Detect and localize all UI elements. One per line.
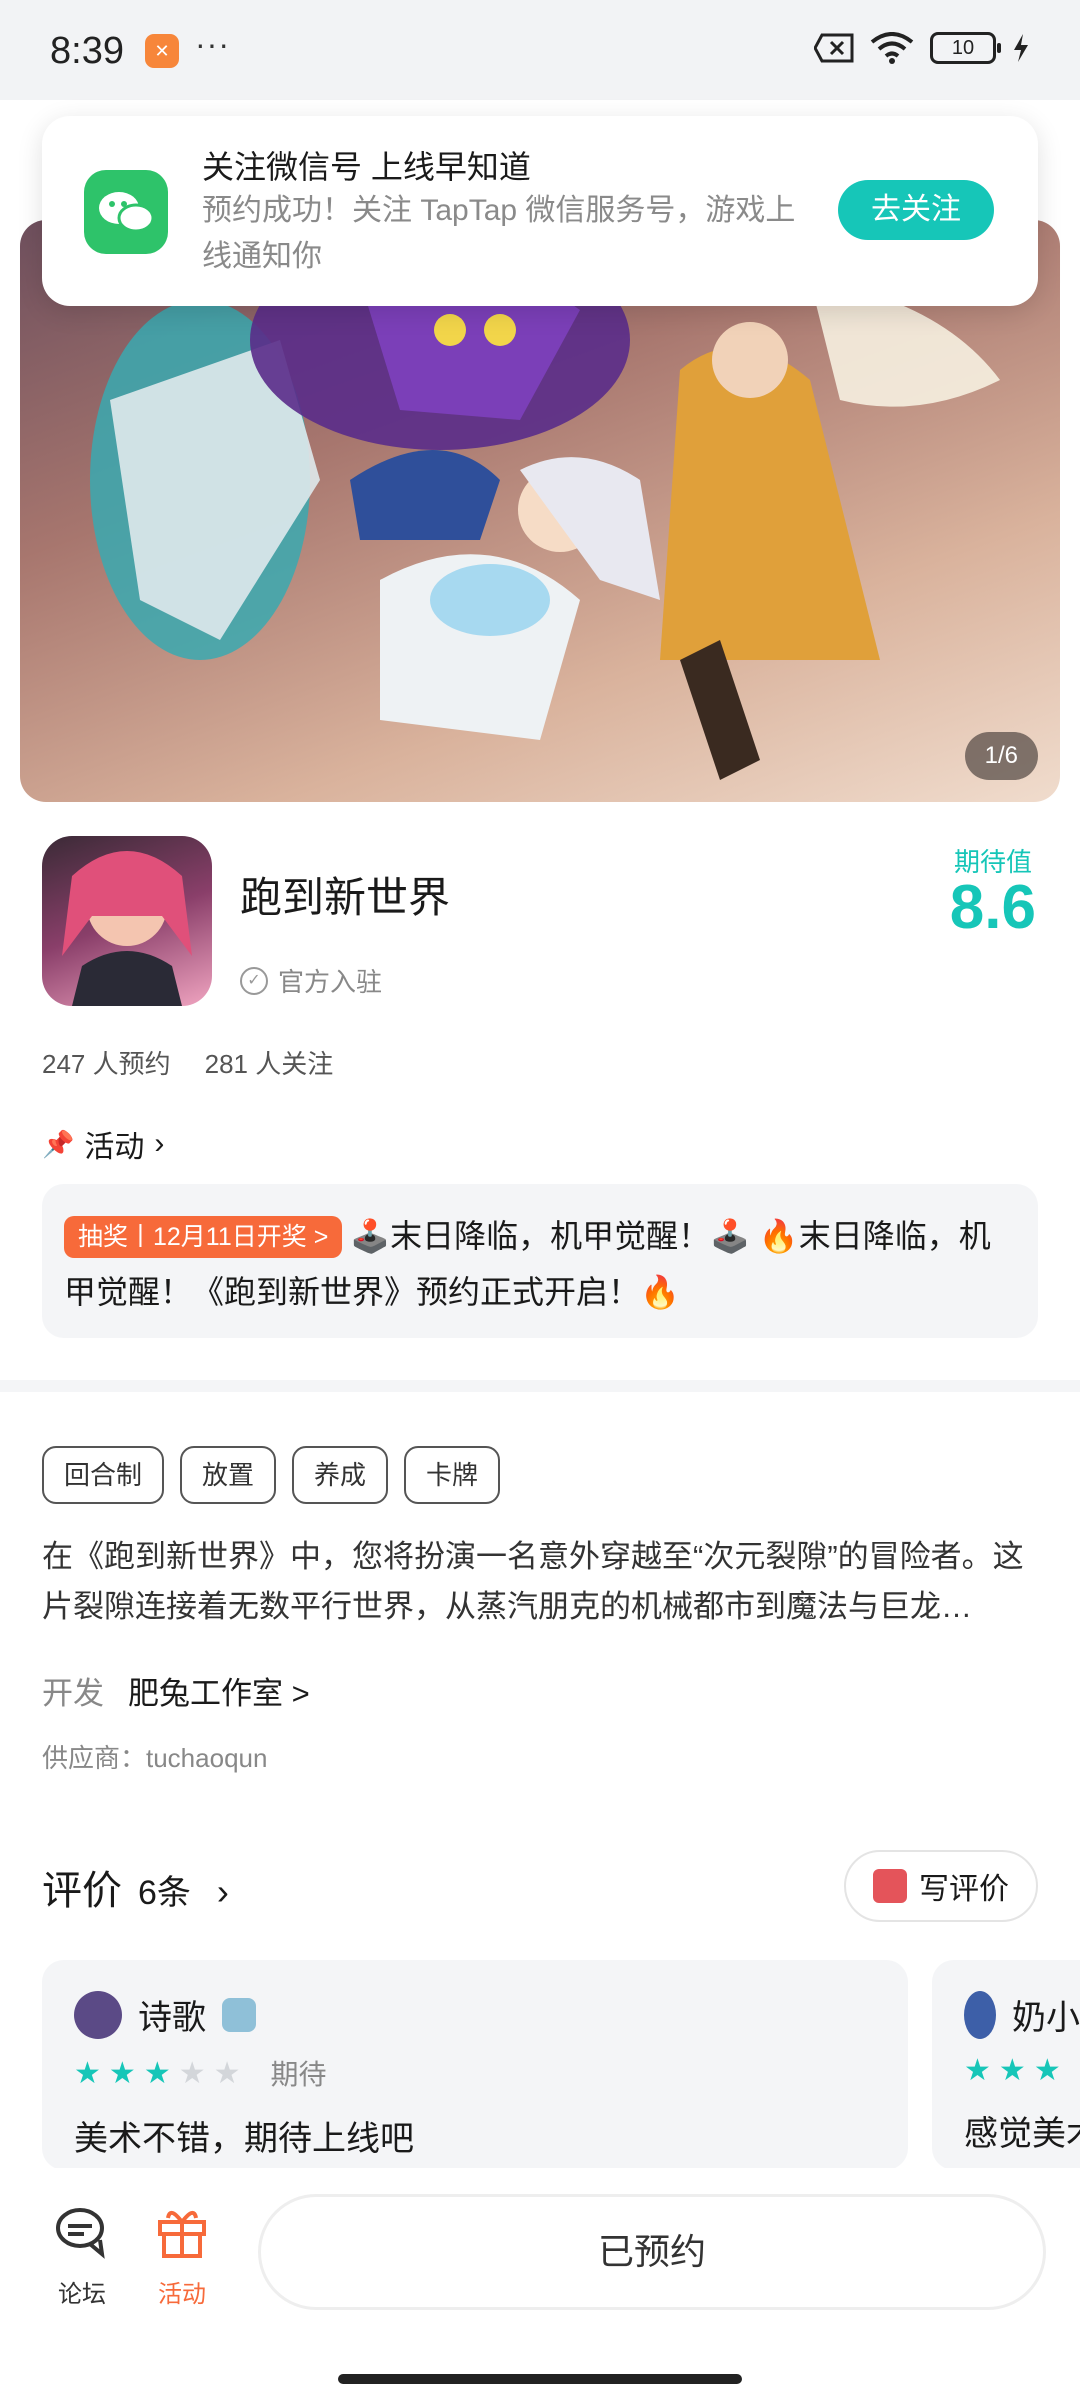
wechat-follow-card: 关注微信号 上线早知道 预约成功！关注 TapTap 微信服务号，游戏上线通知你… xyxy=(42,116,1038,306)
expectation-score: 8.6 xyxy=(949,873,1036,942)
no-sim-icon xyxy=(814,33,854,63)
star-icon: ★ xyxy=(964,2054,991,2087)
reviews-title: 评价 xyxy=(42,1869,122,1913)
follow-button[interactable]: 去关注 xyxy=(838,180,994,240)
pin-icon: 📌 xyxy=(42,1128,75,1159)
home-indicator[interactable] xyxy=(338,2374,742,2384)
wifi-icon xyxy=(870,32,914,64)
review-user: 奶小 xyxy=(964,1990,1080,2039)
activity-card[interactable]: 抽奖丨12月11日开奖 > 🕹️末日降临，机甲觉醒！🕹️ 🔥末日降临，机甲觉醒！《… xyxy=(42,1184,1038,1338)
game-stats: 247 人预约 281 人关注 xyxy=(42,1044,333,1081)
reviews-count: 6条 xyxy=(138,1874,191,1912)
status-indicators: 10 xyxy=(814,32,1030,64)
write-review-icon xyxy=(873,1869,907,1903)
avatar xyxy=(964,1990,996,2039)
status-time: 8:39 xyxy=(50,30,124,72)
reserved-button[interactable]: 已预约 xyxy=(258,2194,1046,2310)
supplier-text: 供应商：tuchaoqun xyxy=(42,1743,268,1773)
game-icon xyxy=(42,836,212,1006)
forum-label: 论坛 xyxy=(58,2281,106,2308)
status-bar: 8:39 ✕ ··· 10 xyxy=(0,0,1080,100)
more-notifications-icon: ··· xyxy=(195,26,230,62)
forum-icon xyxy=(32,2204,132,2274)
review-username: 奶小 xyxy=(1012,1999,1080,2037)
star-icon: ★ xyxy=(74,2056,101,2090)
wechat-description: 预约成功！关注 TapTap 微信服务号，游戏上线通知你 xyxy=(202,194,796,273)
write-review-button[interactable]: 写评价 xyxy=(844,1850,1038,1922)
developer-label: 开发 xyxy=(42,1676,104,1711)
review-username: 诗歌 xyxy=(138,1999,206,2037)
star-icon: ★ xyxy=(108,2056,136,2090)
game-description[interactable]: 在《跑到新世界》中，您将扮演一名意外穿越至“次元裂隙”的冒险者。这片裂隙连接着无… xyxy=(42,1532,1038,1632)
tag-item[interactable]: 养成 xyxy=(292,1446,389,1504)
user-badge-icon xyxy=(222,1997,256,2032)
review-card[interactable]: 奶小 ★ ★ ★ 感觉美术 xyxy=(932,1960,1080,2170)
wechat-title: 关注微信号 上线早知道 xyxy=(202,149,531,185)
tag-item[interactable]: 卡牌 xyxy=(404,1446,501,1504)
write-review-label: 写评价 xyxy=(919,1873,1009,1906)
follower-count: 281 人关注 xyxy=(204,1049,334,1079)
developer-row[interactable]: 开发 肥兔工作室 > xyxy=(42,1668,310,1713)
official-badge: ✓ 官方入驻 xyxy=(240,962,382,999)
official-label: 官方入驻 xyxy=(278,967,383,997)
tag-item[interactable]: 放置 xyxy=(180,1446,277,1504)
notification-app-icon: ✕ xyxy=(145,34,179,68)
image-counter: 1/6 xyxy=(964,732,1038,780)
star-icon: ★ xyxy=(998,2054,1026,2087)
activity-content: 抽奖丨12月11日开奖 > 🕹️末日降临，机甲觉醒！🕹️ 🔥末日降临，机甲觉醒！《… xyxy=(64,1208,1014,1320)
charging-icon xyxy=(1014,34,1028,62)
tag-list: 回合制 放置 养成 卡牌 xyxy=(42,1446,501,1504)
activity-section-header[interactable]: 📌 活动 › xyxy=(42,1122,164,1166)
nav-activity[interactable]: 活动 xyxy=(132,2204,232,2309)
tag-item[interactable]: 回合制 xyxy=(42,1446,165,1504)
review-text: 美术不错，期待上线吧 xyxy=(74,2120,414,2158)
gift-icon xyxy=(132,2204,232,2274)
review-card[interactable]: 诗歌 ★ ★ ★ ★ ★ 期待 美术不错，期待上线吧 xyxy=(42,1960,908,2170)
lottery-badge: 抽奖丨12月11日开奖 > xyxy=(64,1216,343,1258)
nav-forum[interactable]: 论坛 xyxy=(32,2204,132,2309)
chevron-right-icon: › xyxy=(154,1127,165,1160)
review-user: 诗歌 xyxy=(74,1990,876,2039)
star-icon: ★ xyxy=(143,2056,171,2090)
verified-check-icon: ✓ xyxy=(240,966,268,995)
developer-name: 肥兔工作室 > xyxy=(128,1676,310,1711)
chevron-right-icon: › xyxy=(216,1871,229,1912)
rating-stars: ★ ★ ★ ★ ★ 期待 xyxy=(74,2053,876,2093)
reviews-header[interactable]: 评价 6条 › xyxy=(42,1858,229,1916)
activity-nav-label: 活动 xyxy=(158,2281,206,2308)
activity-heading: 活动 xyxy=(84,1131,145,1164)
rating-stars: ★ ★ ★ xyxy=(964,2053,1080,2088)
hero-banner[interactable]: 1/6 xyxy=(20,220,1060,802)
wechat-icon xyxy=(84,170,168,254)
rating-label: 期待 xyxy=(270,2059,327,2090)
star-icon: ★ xyxy=(1033,2054,1061,2087)
hero-artwork xyxy=(90,230,1000,780)
reservation-count: 247 人预约 xyxy=(42,1049,171,1079)
review-text: 感觉美术 xyxy=(964,2115,1080,2153)
battery-icon: 10 xyxy=(930,32,1001,64)
section-divider xyxy=(0,1380,1080,1392)
bottom-bar: 论坛 活动 已预约 xyxy=(0,2168,1080,2401)
star-icon: ★ xyxy=(213,2056,241,2090)
game-title: 跑到新世界 xyxy=(240,874,451,921)
star-icon: ★ xyxy=(178,2056,206,2090)
avatar xyxy=(74,1990,122,2039)
